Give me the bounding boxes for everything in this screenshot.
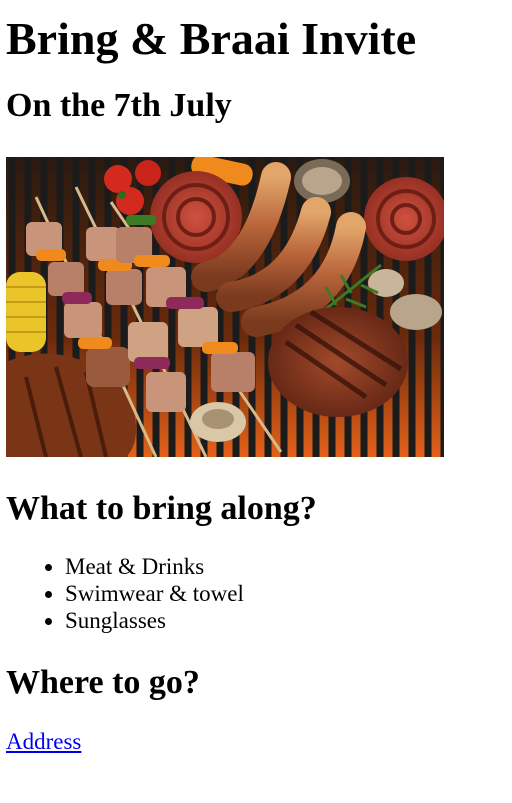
invite-page: Bring & Braai Invite On the 7th July Wha… — [0, 13, 512, 755]
braai-photo — [6, 157, 444, 457]
where-heading: Where to go? — [6, 664, 200, 701]
address-link[interactable]: Address — [6, 728, 81, 755]
list-item: Meat & Drinks — [65, 553, 506, 580]
bring-list: Meat & Drinks Swimwear & towel Sunglasse… — [6, 553, 506, 634]
list-item: Sunglasses — [65, 607, 506, 634]
bring-heading: What to bring along? — [6, 490, 317, 527]
page-title: Bring & Braai Invite — [6, 13, 417, 64]
list-item: Swimwear & towel — [65, 580, 506, 607]
date-heading: On the 7th July — [6, 87, 232, 124]
